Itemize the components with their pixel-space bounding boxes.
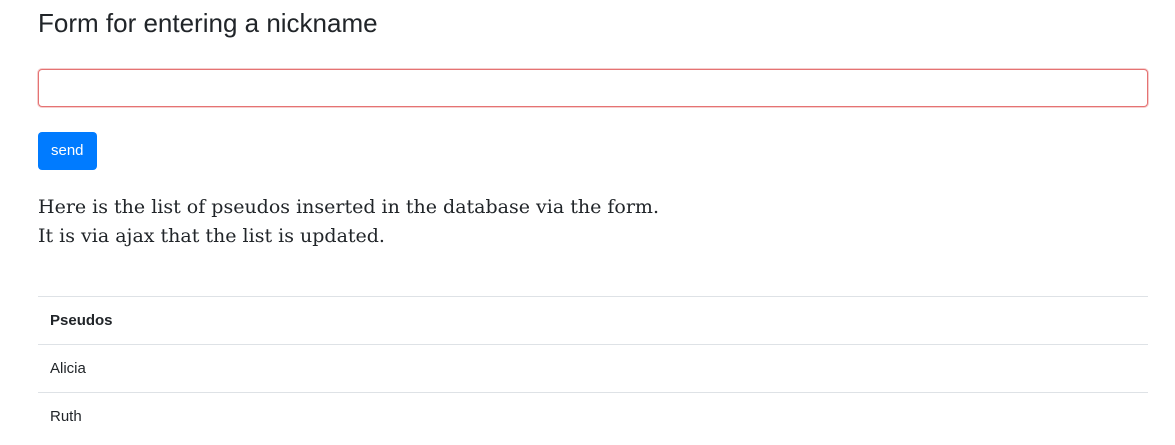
page-title: Form for entering a nickname [38,8,378,38]
column-header-pseudos: Pseudos [38,296,1148,345]
table-row: Alicia [38,344,1148,393]
send-button[interactable]: send [38,132,97,170]
nickname-input[interactable] [38,69,1148,107]
description-line-1: Here is the list of pseudos inserted in … [38,196,659,218]
table-cell-pseudo: Ruth [38,392,1148,441]
description: Here is the list of pseudos inserted in … [38,193,659,251]
description-line-2: It is via ajax that the list is updated. [38,225,385,247]
table-header-row: Pseudos [38,296,1148,345]
table-row: Ruth [38,392,1148,441]
pseudos-table: Pseudos Alicia Ruth [38,296,1148,441]
table-cell-pseudo: Alicia [38,344,1148,393]
